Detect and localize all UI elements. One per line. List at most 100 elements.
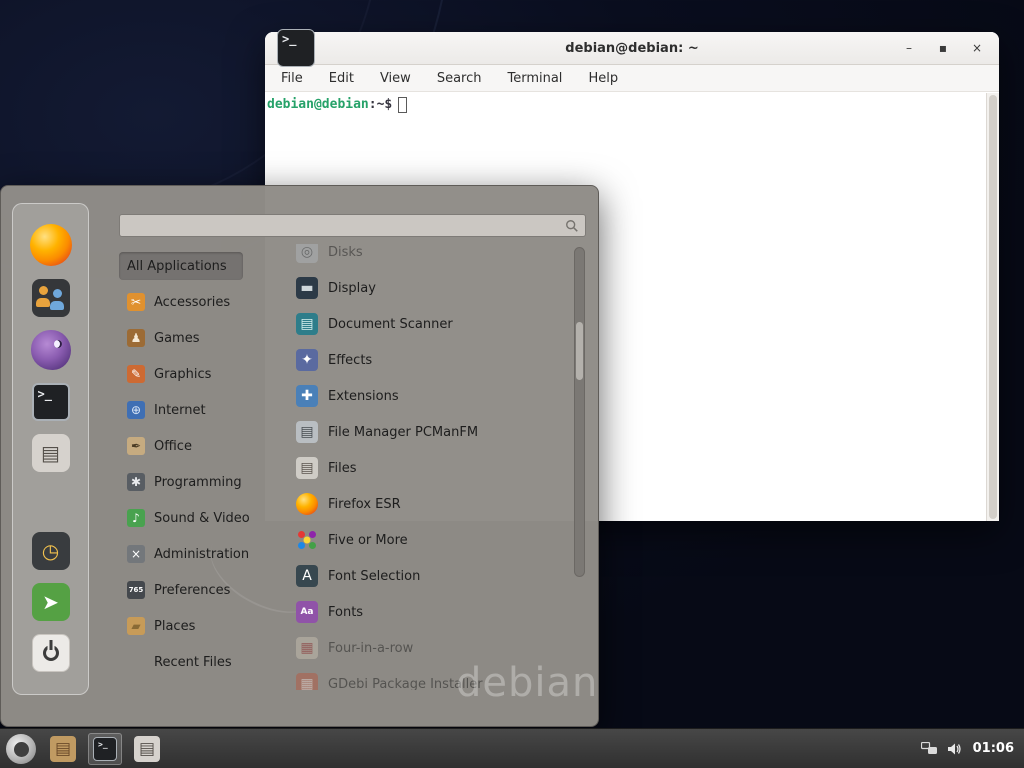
category-label: Office — [154, 439, 192, 454]
category-sound-video[interactable]: ♪ Sound & Video — [119, 500, 277, 536]
terminal-titlebar[interactable]: >_ debian@debian: ~ –▪× — [265, 32, 999, 65]
menu-scrollbar-thumb[interactable] — [576, 322, 583, 380]
app-document-scanner[interactable]: ▤ Document Scanner — [286, 306, 572, 342]
menubar-item-help[interactable]: Help — [588, 71, 618, 86]
files-icon: ▤ — [134, 736, 160, 762]
category-label: Recent Files — [154, 655, 232, 670]
programming-icon: ✱ — [127, 473, 145, 491]
shutdown-icon — [32, 634, 70, 672]
app-disks[interactable]: ◎ Disks — [286, 244, 572, 270]
category-places[interactable]: ▰ Places — [119, 608, 277, 644]
favorite-firefox-icon[interactable] — [30, 224, 72, 266]
app-display[interactable]: ▬ Display — [286, 270, 572, 306]
category-games[interactable]: ♟ Games — [119, 320, 277, 356]
category-programming[interactable]: ✱ Programming — [119, 464, 277, 500]
menu-scrollbar[interactable] — [574, 247, 585, 577]
accessories-icon: ✂ — [127, 293, 145, 311]
taskbar-status-area: 01:06 — [921, 741, 1024, 757]
places-icon: ▰ — [127, 617, 145, 635]
category-internet[interactable]: ⊕ Internet — [119, 392, 277, 428]
favorite-users-icon[interactable] — [32, 279, 70, 317]
disks-icon: ◎ — [296, 244, 318, 263]
category-label: Internet — [154, 403, 206, 418]
menubar-item-view[interactable]: View — [380, 71, 411, 86]
taskbar-terminal-icon[interactable]: >_ — [88, 733, 122, 765]
users-icon — [32, 279, 70, 317]
app-label: Files — [328, 461, 357, 476]
app-fonts[interactable]: Aa Fonts — [286, 594, 572, 630]
session-shutdown-icon[interactable] — [32, 634, 70, 672]
network-icon[interactable] — [921, 742, 937, 755]
category-list: All Applications ✂ Accessories ♟ Games ✎… — [119, 248, 277, 680]
menubar-item-edit[interactable]: Edit — [329, 71, 354, 86]
extensions-icon: ✚ — [296, 385, 318, 407]
category-office[interactable]: ✒ Office — [119, 428, 277, 464]
font-selection-icon: A — [296, 565, 318, 587]
volume-icon[interactable] — [947, 741, 963, 757]
search-input[interactable] — [126, 218, 565, 233]
terminal-menubar: File Edit View Search Terminal Help — [265, 65, 999, 92]
terminal-icon: >_ — [93, 737, 117, 761]
app-firefox-esr[interactable]: Firefox ESR — [286, 486, 572, 522]
desktop: >_ debian@debian: ~ –▪× FileEditViewSear… — [0, 0, 1024, 768]
app-label: Effects — [328, 353, 372, 368]
app-gdebi-package-installer[interactable]: ▦ GDebi Package Installer — [286, 666, 572, 690]
minimize-button[interactable]: – — [901, 41, 917, 55]
graphics-icon: ✎ — [127, 365, 145, 383]
category-graphics[interactable]: ✎ Graphics — [119, 356, 277, 392]
category-label: Accessories — [154, 295, 230, 310]
effects-icon: ✦ — [296, 349, 318, 371]
app-extensions[interactable]: ✚ Extensions — [286, 378, 572, 414]
search-box[interactable] — [119, 214, 586, 237]
app-file-manager-pcmanfm[interactable]: ▤ File Manager PCManFM — [286, 414, 572, 450]
favorite-terminal-icon[interactable]: >_ — [32, 383, 70, 421]
administration-icon: × — [127, 545, 145, 563]
clock[interactable]: 01:06 — [973, 741, 1014, 756]
taskbar-files-icon[interactable]: ▤ — [130, 733, 164, 765]
category-label: Games — [154, 331, 199, 346]
files-icon: ▤ — [296, 457, 318, 479]
category-label: Administration — [154, 547, 249, 562]
close-button[interactable]: × — [969, 41, 985, 55]
app-font-selection[interactable]: A Font Selection — [286, 558, 572, 594]
terminal-scrollbar-thumb[interactable] — [989, 95, 997, 519]
menubar-item-search[interactable]: Search — [437, 71, 482, 86]
prompt-user-host: debian@debian — [267, 97, 369, 112]
session-lock-screen-icon[interactable]: ◷ — [32, 532, 70, 570]
logout-icon: ➤ — [32, 583, 70, 621]
category-label: Places — [154, 619, 195, 634]
category-label: Sound & Video — [154, 511, 250, 526]
favorite-bird-mascot-icon[interactable] — [31, 330, 71, 370]
prompt-suffix: :~$ — [369, 97, 392, 112]
app-five-or-more[interactable]: Five or More — [286, 522, 572, 558]
category-accessories[interactable]: ✂ Accessories — [119, 284, 277, 320]
app-effects[interactable]: ✦ Effects — [286, 342, 572, 378]
session-logout-icon[interactable]: ➤ — [32, 583, 70, 621]
app-files[interactable]: ▤ Files — [286, 450, 572, 486]
app-label: Fonts — [328, 605, 363, 620]
favorites-panel: >_ ▤ ◷ ➤ — [12, 203, 89, 695]
menu-button[interactable] — [6, 734, 36, 764]
category-all-applications[interactable]: All Applications — [119, 252, 243, 280]
app-four-in-a-row[interactable]: ▦ Four-in-a-row — [286, 630, 572, 666]
file-manager-pcmanfm-icon: ▤ — [296, 421, 318, 443]
category-recent-files[interactable]: Recent Files — [119, 644, 277, 680]
preferences-icon: 765 — [127, 581, 145, 599]
document-scanner-icon: ▤ — [296, 313, 318, 335]
taskbar: ▤ >_ ▤ 01:06 — [0, 728, 1024, 768]
app-label: GDebi Package Installer — [328, 677, 483, 691]
category-administration[interactable]: × Administration — [119, 536, 277, 572]
terminal-scrollbar[interactable] — [986, 93, 999, 521]
menubar-item-file[interactable]: File — [281, 71, 303, 86]
app-label: Five or More — [328, 533, 408, 548]
firefox-icon — [30, 224, 72, 266]
favorite-file-cabinet-icon[interactable]: ▤ — [32, 434, 70, 472]
fonts-icon: Aa — [296, 601, 318, 623]
category-label: Preferences — [154, 583, 230, 598]
taskbar-file-drawer-icon[interactable]: ▤ — [46, 733, 80, 765]
firefox-icon — [296, 493, 318, 515]
category-preferences[interactable]: 765 Preferences — [119, 572, 277, 608]
lock-screen-icon: ◷ — [32, 532, 70, 570]
menubar-item-terminal[interactable]: Terminal — [507, 71, 562, 86]
maximize-button[interactable]: ▪ — [935, 41, 951, 55]
